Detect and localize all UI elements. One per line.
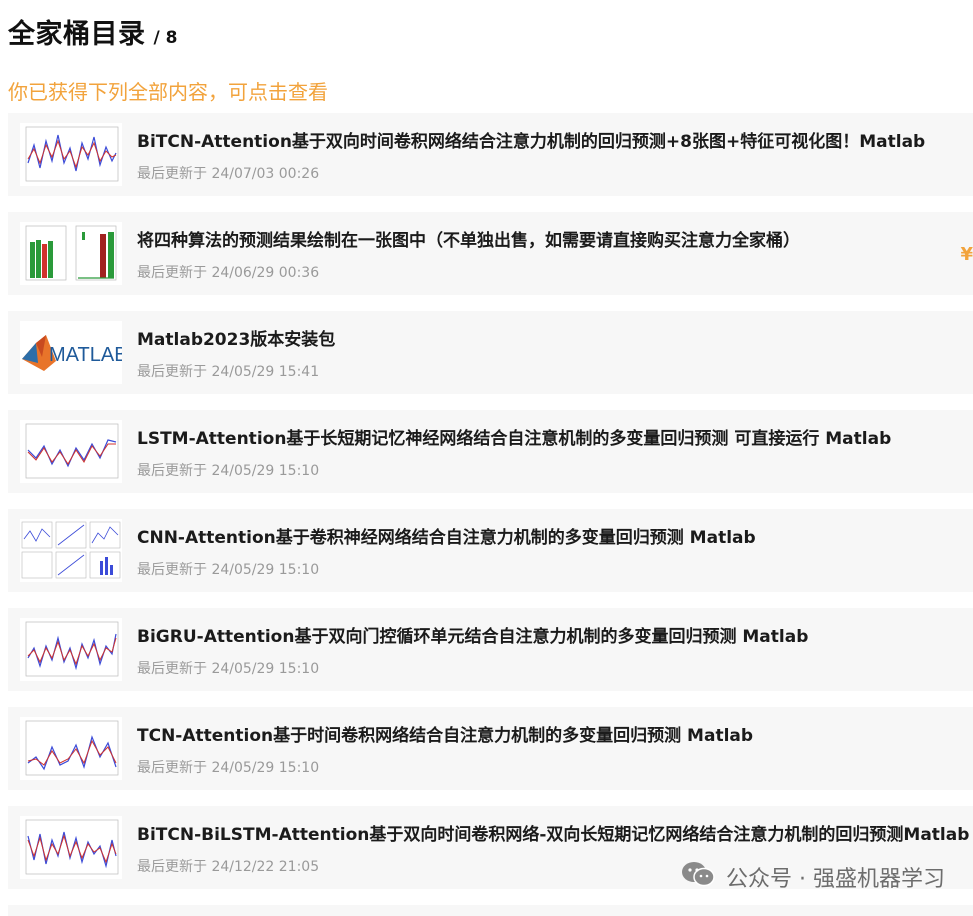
page-title: 全家桶目录 [8,19,146,50]
item-title[interactable]: Matlab2023版本安装包 [137,325,973,350]
watermark-text: 公众号 · 强盛机器学习 [726,867,945,892]
price-mark: ¥ [960,244,973,265]
list-item[interactable]: BiGRU-Attention基于双向门控循环单元结合自注意力机制的多变量回归预… [8,608,973,691]
item-title[interactable]: BiGRU-Attention基于双向门控循环单元结合自注意力机制的多变量回归预… [137,622,973,647]
item-title[interactable]: BiTCN-Attention基于双向时间卷积网络结合注意力机制的回归预测+8张… [137,127,973,152]
list-item[interactable]: BiTCN-Attention基于双向时间卷积网络结合注意力机制的回归预测+8张… [8,113,973,196]
line-chart-icon [25,819,119,875]
list-item-partial[interactable] [8,905,973,916]
list-item[interactable]: 将四种算法的预测结果绘制在一张图中（不单独出售，如需要请直接购买注意力全家桶） … [8,212,973,295]
bar-chart-icon [25,225,117,281]
page-header: 全家桶目录 / 8 [8,12,177,52]
list-item[interactable]: CNN-Attention基于卷积神经网络结合自注意力机制的多变量回归预测 Ma… [8,509,973,592]
item-date: 最后更新于 24/05/29 15:10 [137,661,320,677]
item-title[interactable]: LSTM-Attention基于长短期记忆神经网络结合自注意机制的多变量回归预测… [137,424,973,449]
content-list: BiTCN-Attention基于双向时间卷积网络结合注意力机制的回归预测+8张… [8,113,973,905]
line-chart-icon [25,720,119,776]
item-date: 最后更新于 24/07/03 00:26 [137,166,320,182]
wechat-icon [680,860,716,894]
item-title[interactable]: BiTCN-BiLSTM-Attention基于双向时间卷积网络-双向长短期记忆… [137,820,973,845]
thumbnail-multi-chart [20,519,122,582]
line-chart-icon [25,423,119,479]
item-date: 最后更新于 24/05/29 15:41 [137,364,320,380]
item-title[interactable]: 将四种算法的预测结果绘制在一张图中（不单独出售，如需要请直接购买注意力全家桶） [137,226,973,251]
thumbnail-line-chart [20,717,122,780]
multi-chart-icon [21,521,121,579]
list-item[interactable]: MATLAB Matlab2023版本安装包 最后更新于 24/05/29 15… [8,311,973,394]
matlab-logo-text: MATLAB [49,344,122,366]
page-subtitle: 你已获得下列全部内容，可点击查看 [8,80,328,104]
matlab-logo-icon: MATLAB [22,335,122,371]
item-date: 最后更新于 24/05/29 15:10 [137,562,320,578]
list-item[interactable]: LSTM-Attention基于长短期记忆神经网络结合自注意机制的多变量回归预测… [8,410,973,493]
thumbnail-line-chart [20,816,122,879]
item-count: / 8 [153,28,178,48]
thumbnail-matlab-logo: MATLAB [20,321,122,384]
thumbnail-line-chart [20,123,122,186]
item-date: 最后更新于 24/05/29 15:10 [137,760,320,776]
line-chart-icon [25,621,119,677]
item-date: 最后更新于 24/06/29 00:36 [137,265,320,281]
item-date: 最后更新于 24/12/22 21:05 [137,859,320,875]
item-date: 最后更新于 24/05/29 15:10 [137,463,320,479]
item-title[interactable]: TCN-Attention基于时间卷积网络结合自注意力机制的多变量回归预测 Ma… [137,721,973,746]
wechat-watermark: 公众号 · 强盛机器学习 [680,860,945,894]
thumbnail-line-chart [20,618,122,681]
list-item[interactable]: TCN-Attention基于时间卷积网络结合自注意力机制的多变量回归预测 Ma… [8,707,973,790]
line-chart-icon [25,126,119,182]
thumbnail-bar-chart [20,222,122,285]
item-title[interactable]: CNN-Attention基于卷积神经网络结合自注意力机制的多变量回归预测 Ma… [137,523,973,548]
thumbnail-line-chart [20,420,122,483]
